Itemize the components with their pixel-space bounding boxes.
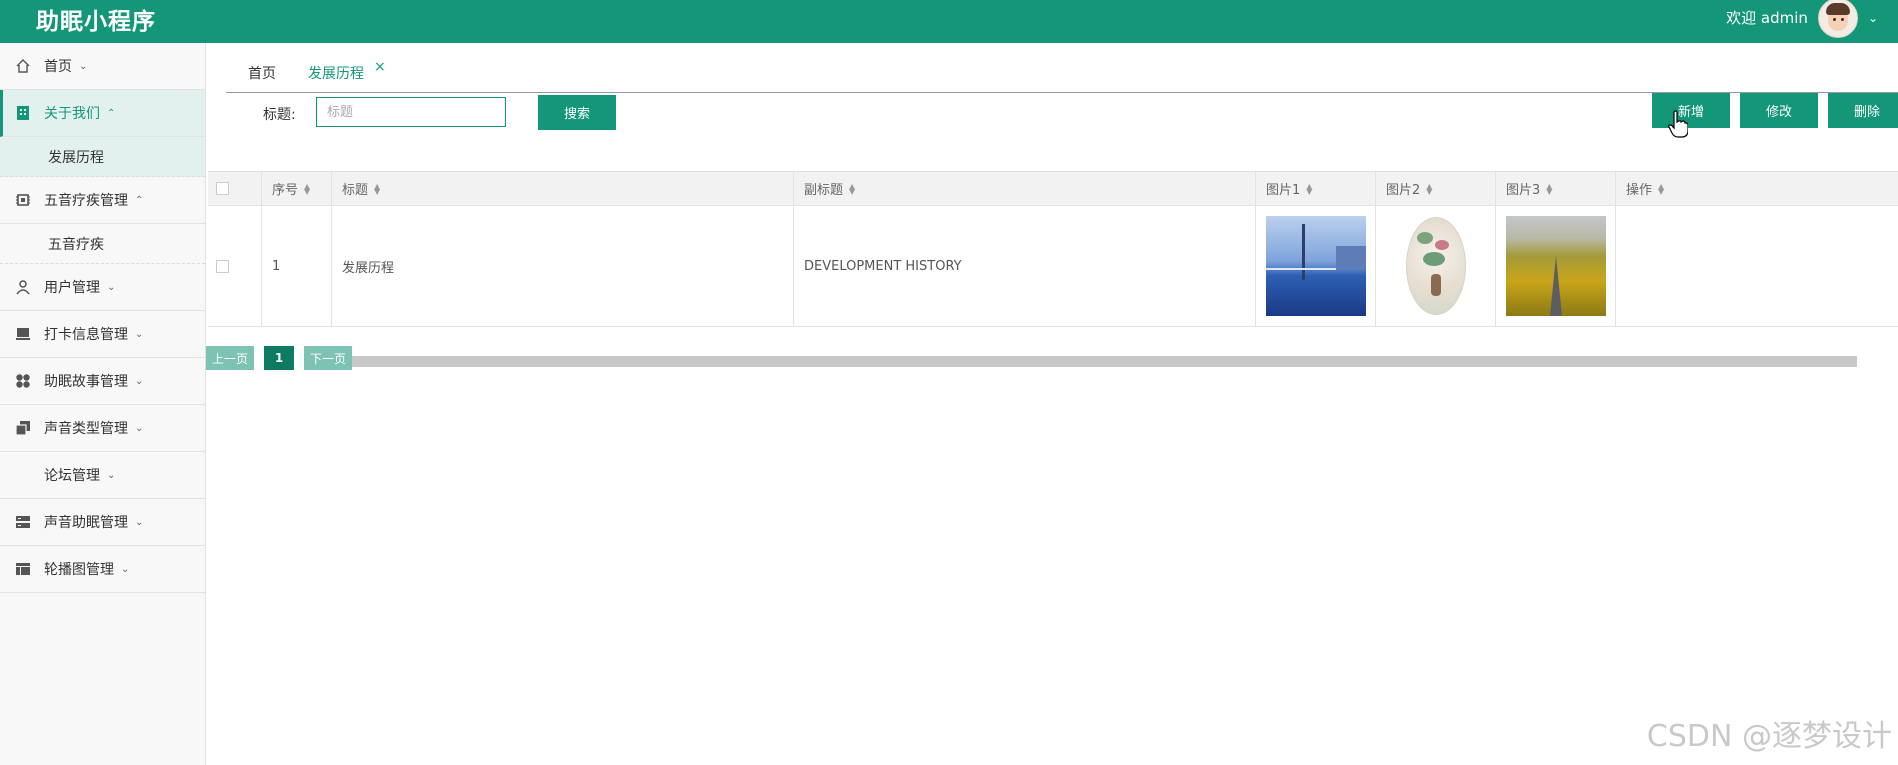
apps-icon — [14, 372, 32, 390]
table-header-row: 序号 ▲ ▼ 标题 ▲ ▼ 副标题 ▲ ▼ 图片1 ▲ ▼ 图片2 ▲ ▼ 图片3 ▲ ▼ 操作 ▲ ▼ — [208, 172, 1898, 206]
row-select[interactable] — [208, 206, 262, 326]
sidebar-item-sound-types[interactable]: 声音类型管理 ⌄ — [0, 405, 205, 452]
sidebar-item-label: 用户管理 — [44, 280, 100, 296]
column-header[interactable]: 图片2 ▲ ▼ — [1376, 172, 1496, 205]
sidebar-item-users[interactable]: 用户管理 ⌄ — [0, 264, 205, 311]
top-header: 助眠小程序 欢迎 admin ⌄ — [0, 0, 1898, 43]
layout-icon — [14, 560, 32, 578]
tab-bar: 首页 发展历程 × — [226, 56, 1898, 93]
search-label: 标题: — [263, 107, 296, 123]
cell-title: 发展历程 — [332, 206, 794, 326]
edit-button[interactable]: 修改 — [1740, 93, 1818, 128]
avatar[interactable] — [1817, 0, 1858, 38]
sidebar-item-sound-sleep[interactable]: 声音助眠管理 ⌄ — [0, 499, 205, 546]
checkbox[interactable] — [216, 182, 229, 195]
watermark: CSDN @逐梦设计 — [1646, 719, 1892, 754]
sort-icon[interactable]: ▲ ▼ — [1546, 182, 1552, 195]
checkbox[interactable] — [216, 259, 229, 273]
column-header[interactable]: 图片3 ▲ ▼ — [1496, 172, 1616, 205]
server-icon — [14, 513, 32, 531]
close-icon[interactable]: × — [374, 59, 386, 75]
sidebar-subitem-music[interactable]: 五音疗疾 — [0, 224, 205, 264]
sidebar-item-label: 五音疗疾管理 — [44, 193, 128, 209]
sort-icon[interactable]: ▲ ▼ — [374, 182, 380, 195]
sidebar-subitem-history[interactable]: 发展历程 — [0, 137, 205, 177]
tab-history[interactable]: 发展历程 — [308, 63, 364, 83]
chevron-down-icon: ⌄ — [135, 328, 144, 340]
next-page-button[interactable]: 下一页 — [304, 346, 352, 370]
cell-image-1 — [1256, 206, 1376, 326]
search-button[interactable]: 搜索 — [538, 95, 616, 130]
prev-page-button[interactable]: 上一页 — [206, 346, 254, 370]
hand-cursor-icon — [1668, 110, 1688, 138]
welcome-text: 欢迎 admin — [1726, 9, 1808, 27]
chevron-up-icon: ⌃ — [135, 194, 144, 206]
copy-icon — [14, 419, 32, 437]
chevron-down-icon: ⌄ — [135, 516, 144, 528]
tab-home[interactable]: 首页 — [248, 63, 276, 83]
laptop-icon — [14, 325, 32, 343]
chevron-down-icon: ⌄ — [79, 60, 88, 72]
home-icon — [14, 57, 32, 75]
sidebar-item-label: 轮播图管理 — [44, 562, 114, 578]
add-button[interactable]: 新增 — [1652, 93, 1730, 128]
user-icon — [14, 278, 32, 296]
painted-plate-thumbnail[interactable] — [1386, 216, 1486, 316]
cell-image-2 — [1376, 206, 1496, 326]
sort-icon[interactable]: ▲ ▼ — [304, 182, 310, 195]
sidebar-item-label: 声音类型管理 — [44, 421, 128, 437]
sidebar-item-checkin[interactable]: 打卡信息管理 ⌄ — [0, 311, 205, 358]
delete-button[interactable]: 删除 — [1828, 93, 1898, 128]
user-menu[interactable]: 欢迎 admin ⌄ — [1726, 0, 1878, 38]
sidebar-item-label: 首页 — [44, 59, 72, 75]
chevron-down-icon[interactable]: ⌄ — [1868, 11, 1878, 25]
chevron-down-icon: ⌄ — [107, 281, 116, 293]
chevron-down-icon: ⌄ — [135, 375, 144, 387]
header-select-all[interactable] — [208, 172, 262, 205]
cell-no: 1 — [262, 206, 332, 326]
sidebar-item-label: 论坛管理 — [44, 468, 100, 484]
column-header[interactable]: 标题 ▲ ▼ — [332, 172, 794, 205]
pagination: 上一页 1 下一页 — [206, 346, 352, 370]
data-table: 序号 ▲ ▼ 标题 ▲ ▼ 副标题 ▲ ▼ 图片1 ▲ ▼ 图片2 ▲ ▼ 图片3 ▲ ▼ 操作 ▲ ▼ 1… — [208, 171, 1898, 327]
building-icon — [14, 104, 32, 122]
column-header[interactable]: 图片1 ▲ ▼ — [1256, 172, 1376, 205]
bridge-photo-thumbnail[interactable] — [1266, 216, 1366, 316]
sort-icon[interactable]: ▲ ▼ — [1658, 182, 1664, 195]
horizontal-scrollbar[interactable] — [352, 356, 1857, 367]
chip-icon — [14, 191, 32, 209]
chevron-down-icon: ⌄ — [107, 469, 116, 481]
sidebar-item-home[interactable]: 首页 ⌄ — [0, 43, 205, 90]
field-road-thumbnail[interactable] — [1506, 216, 1606, 316]
sort-icon[interactable]: ▲ ▼ — [849, 182, 855, 195]
table-row[interactable]: 1 发展历程 DEVELOPMENT HISTORY — [208, 206, 1898, 327]
sidebar-item-stories[interactable]: 助眠故事管理 ⌄ — [0, 358, 205, 405]
cell-subtitle: DEVELOPMENT HISTORY — [794, 206, 1256, 326]
search-input[interactable] — [316, 97, 506, 127]
chevron-down-icon: ⌄ — [121, 563, 130, 575]
sidebar-item-label: 助眠故事管理 — [44, 374, 128, 390]
page-number-button[interactable]: 1 — [264, 346, 294, 370]
sidebar-item-carousel[interactable]: 轮播图管理 ⌄ — [0, 546, 205, 593]
chevron-down-icon: ⌄ — [135, 422, 144, 434]
sidebar-item-forum[interactable]: 论坛管理 ⌄ — [0, 452, 205, 499]
sidebar-item-about[interactable]: 关于我们 ⌃ — [0, 90, 205, 137]
sort-icon[interactable]: ▲ ▼ — [1426, 182, 1432, 195]
sidebar-item-label: 关于我们 — [44, 106, 100, 122]
cell-image-3 — [1496, 206, 1616, 326]
column-header[interactable]: 副标题 ▲ ▼ — [794, 172, 1256, 205]
column-header[interactable]: 序号 ▲ ▼ — [262, 172, 332, 205]
sidebar-item-music-therapy[interactable]: 五音疗疾管理 ⌃ — [0, 177, 205, 224]
sort-icon[interactable]: ▲ ▼ — [1306, 182, 1312, 195]
sidebar: 首页 ⌄ 关于我们 ⌃ 发展历程 五音疗疾管理 ⌃ 五音疗疾 用户管理 ⌄ 打卡… — [0, 43, 206, 765]
app-title: 助眠小程序 — [36, 9, 156, 35]
column-header[interactable]: 操作 ▲ ▼ — [1616, 172, 1898, 205]
cell-operations — [1616, 206, 1898, 326]
sidebar-item-label: 声音助眠管理 — [44, 515, 128, 531]
sidebar-item-label: 打卡信息管理 — [44, 327, 128, 343]
chevron-up-icon: ⌃ — [107, 107, 116, 119]
